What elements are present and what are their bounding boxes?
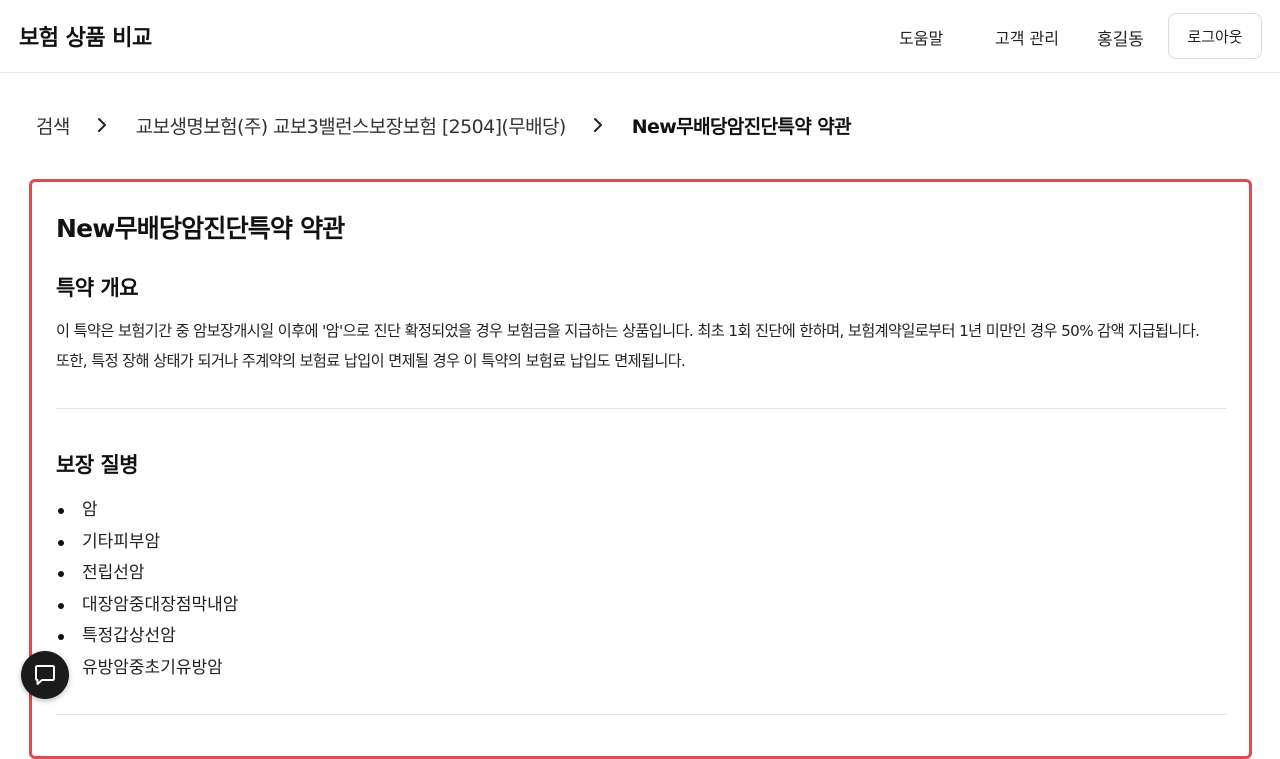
diseases-heading: 보장 질병 — [56, 453, 139, 477]
terms-card: New무배당암진단특약 약관 특약 개요 이 특약은 보험기간 중 암보장개시일… — [29, 179, 1252, 759]
section-divider — [56, 714, 1226, 715]
bullet-icon — [58, 539, 64, 546]
terms-title: New무배당암진단특약 약관 — [56, 214, 345, 243]
bullet-icon — [58, 508, 64, 514]
disease-label: 기타피부암 — [82, 531, 161, 552]
overview-text: 이 특약은 보험기간 중 암보장개시일 이후에 '암'으로 진단 확정되었을 경… — [56, 322, 1200, 370]
disease-label: 암 — [82, 500, 98, 520]
disease-label: 유방암중초기유방암 — [82, 657, 223, 678]
bullet-icon — [58, 571, 64, 577]
nav-help-link[interactable]: 도움말 — [899, 25, 943, 49]
disease-label: 전립선암 — [82, 563, 145, 583]
disease-item: 전립선암 — [56, 558, 238, 590]
bullet-icon — [58, 602, 64, 609]
section-divider — [56, 408, 1226, 409]
breadcrumb-item-product[interactable]: 교보생명보험(주) 교보3밸런스보장보험 [2504](무배당) — [136, 112, 567, 139]
disease-item: 대장암중대장점막내암 — [56, 590, 238, 622]
disease-list: 암 기타피부암 전립선암 대장암중대장점막내암 특정갑상선암 유방암중초기유방암 — [56, 495, 238, 684]
chevron-right-icon — [593, 118, 602, 132]
disease-item: 암 — [56, 495, 238, 527]
breadcrumb-item-search[interactable]: 검색 — [36, 112, 70, 139]
user-name: 홍길동 — [1097, 30, 1144, 50]
disease-item: 기타피부암 — [56, 527, 238, 559]
disease-item: 특정갑상선암 — [56, 621, 238, 653]
nav-customer-management-link[interactable]: 고객 관리 — [995, 25, 1059, 49]
chat-bubble-icon — [35, 665, 55, 685]
disease-label: 특정갑상선암 — [82, 626, 176, 646]
overview-heading: 특약 개요 — [56, 276, 139, 300]
breadcrumb: 검색 교보생명보험(주) 교보3밸런스보장보험 [2504](무배당) New무… — [36, 112, 852, 139]
logout-button[interactable]: 로그아웃 — [1168, 13, 1262, 59]
bullet-icon — [58, 634, 64, 640]
chevron-right-icon — [97, 118, 106, 132]
top-header: 보험 상품 비교 도움말 고객 관리 홍길동 로그아웃 — [0, 0, 1280, 73]
chat-button[interactable] — [21, 651, 69, 699]
disease-item: 유방암중초기유방암 — [56, 653, 238, 685]
app-title[interactable]: 보험 상품 비교 — [19, 20, 152, 52]
breadcrumb-item-current: New무배당암진단특약 약관 — [631, 115, 852, 138]
disease-label: 대장암중대장점막내암 — [82, 594, 239, 615]
